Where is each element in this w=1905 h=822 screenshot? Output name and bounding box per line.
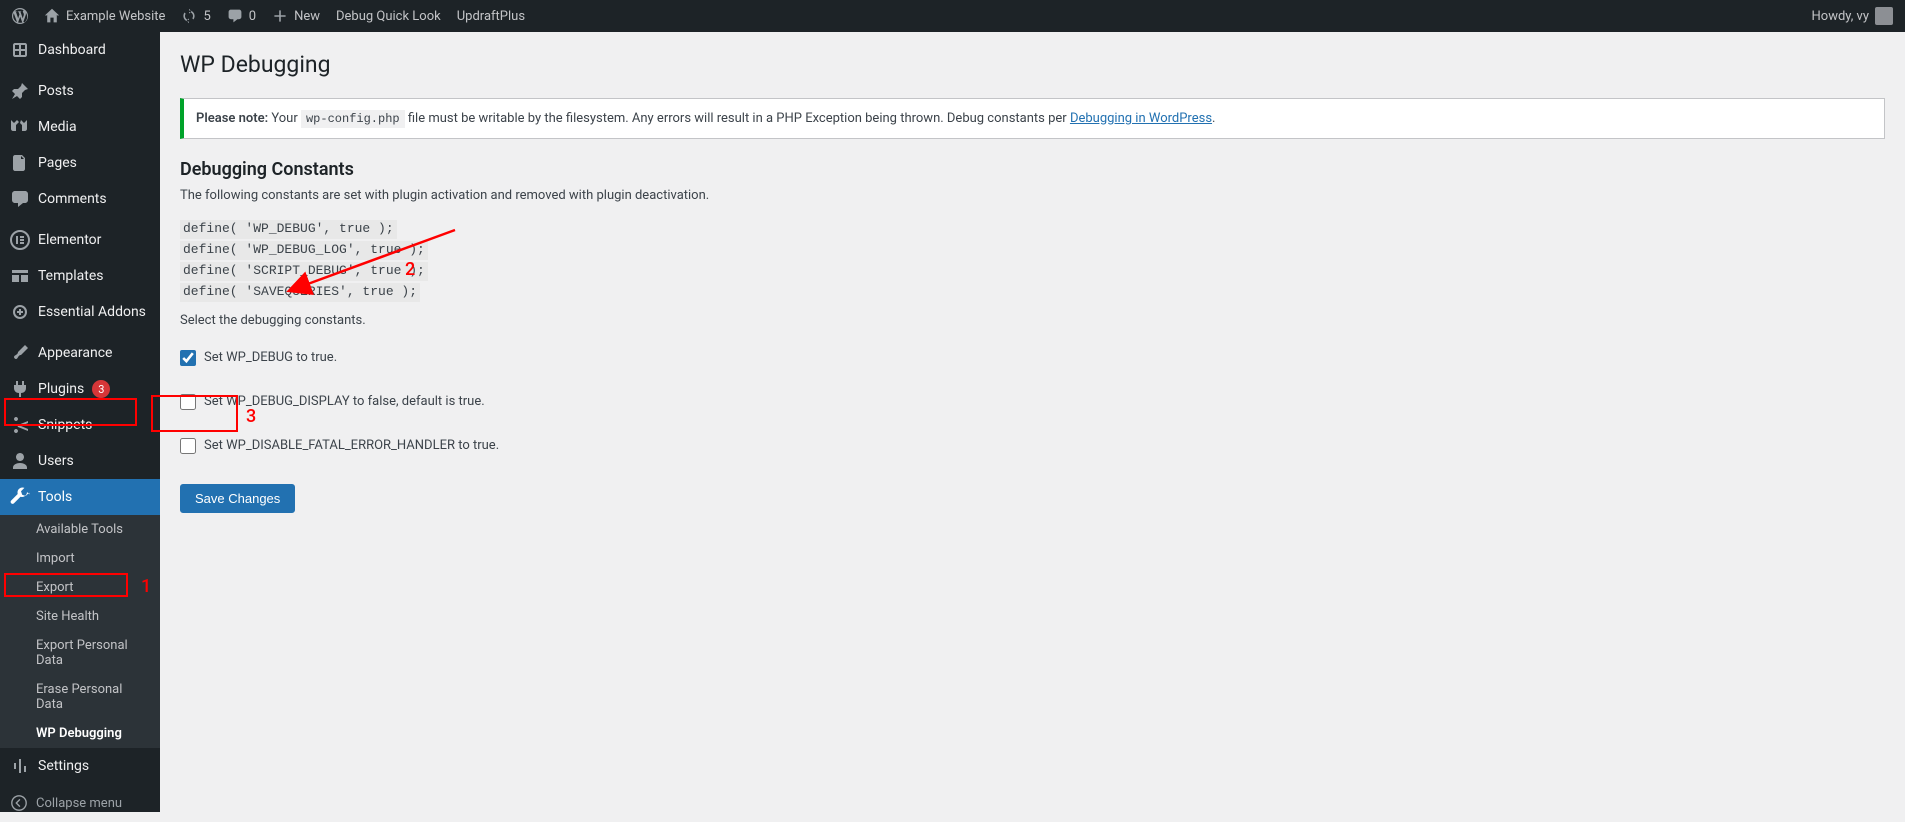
option-disable-fatal-handler[interactable]: Set WP_DISABLE_FATAL_ERROR_HANDLER to tr… bbox=[180, 438, 1885, 454]
debugging-doc-link[interactable]: Debugging in WordPress bbox=[1070, 111, 1212, 126]
greeting-text: Howdy, vy bbox=[1812, 9, 1870, 24]
new-link[interactable]: New bbox=[264, 0, 328, 32]
media-icon bbox=[10, 117, 30, 137]
plugins-update-badge: 3 bbox=[92, 380, 110, 398]
menu-plugins[interactable]: Plugins3 bbox=[0, 371, 160, 407]
option-wp-debug[interactable]: Set WP_DEBUG to true. bbox=[180, 350, 1885, 366]
elementor-icon bbox=[10, 230, 30, 250]
user-icon bbox=[10, 451, 30, 471]
home-icon bbox=[44, 8, 60, 24]
comments-link[interactable]: 0 bbox=[219, 0, 264, 32]
constants-heading: Debugging Constants bbox=[180, 159, 1885, 180]
wordpress-icon bbox=[12, 8, 28, 24]
pages-icon bbox=[10, 153, 30, 173]
notice: Please note: Your wp-config.php file mus… bbox=[180, 98, 1885, 139]
wp-logo[interactable] bbox=[4, 0, 36, 32]
submenu-erase-personal[interactable]: Erase Personal Data bbox=[0, 675, 160, 719]
menu-users[interactable]: Users bbox=[0, 443, 160, 479]
select-desc: Select the debugging constants. bbox=[180, 313, 1885, 328]
constants-code: define( 'WP_DEBUG', true ); define( 'WP_… bbox=[180, 215, 428, 307]
notice-bold: Please note: bbox=[196, 111, 268, 126]
submenu-export[interactable]: Export bbox=[0, 573, 160, 602]
tools-submenu: Available Tools Import Export Site Healt… bbox=[0, 515, 160, 748]
collapse-icon bbox=[10, 794, 28, 812]
comments-icon bbox=[10, 189, 30, 209]
option-wp-debug-display[interactable]: Set WP_DEBUG_DISPLAY to false, default i… bbox=[180, 394, 1885, 410]
submenu-wp-debugging[interactable]: WP Debugging bbox=[0, 719, 160, 748]
dashboard-icon bbox=[10, 40, 30, 60]
site-link[interactable]: Example Website bbox=[36, 0, 173, 32]
refresh-icon bbox=[181, 8, 197, 24]
pin-icon bbox=[10, 81, 30, 101]
plus-icon bbox=[272, 8, 288, 24]
templates-icon bbox=[10, 266, 30, 286]
menu-comments[interactable]: Comments bbox=[0, 181, 160, 217]
updates-link[interactable]: 5 bbox=[173, 0, 218, 32]
content-area: WP Debugging Please note: Your wp-config… bbox=[160, 32, 1905, 812]
menu-media[interactable]: Media bbox=[0, 109, 160, 145]
submenu-site-health[interactable]: Site Health bbox=[0, 602, 160, 631]
admin-sidebar: Dashboard Posts Media Pages Comments Ele… bbox=[0, 32, 160, 812]
menu-appearance[interactable]: Appearance bbox=[0, 335, 160, 371]
debug-quicklook-link[interactable]: Debug Quick Look bbox=[328, 0, 449, 32]
checkbox-wp-debug-display[interactable] bbox=[180, 394, 196, 410]
page-title: WP Debugging bbox=[180, 42, 1885, 82]
new-label: New bbox=[294, 9, 320, 24]
comments-count: 0 bbox=[249, 9, 256, 24]
adminbar: Example Website 5 0 New Debug Quick Look… bbox=[0, 0, 1905, 32]
addons-icon bbox=[10, 302, 30, 322]
menu-settings[interactable]: Settings bbox=[0, 748, 160, 784]
updates-count: 5 bbox=[203, 9, 210, 24]
account-menu[interactable]: Howdy, vy bbox=[1804, 7, 1902, 25]
collapse-menu[interactable]: Collapse menu bbox=[0, 784, 160, 822]
submenu-export-personal[interactable]: Export Personal Data bbox=[0, 631, 160, 675]
menu-snippets[interactable]: Snippets bbox=[0, 407, 160, 443]
comment-icon bbox=[227, 8, 243, 24]
checkbox-disable-fatal-handler[interactable] bbox=[180, 438, 196, 454]
save-button[interactable]: Save Changes bbox=[180, 484, 295, 513]
menu-pages[interactable]: Pages bbox=[0, 145, 160, 181]
settings-icon bbox=[10, 756, 30, 776]
menu-elementor[interactable]: Elementor bbox=[0, 222, 160, 258]
site-name: Example Website bbox=[66, 9, 165, 24]
menu-templates[interactable]: Templates bbox=[0, 258, 160, 294]
menu-dashboard[interactable]: Dashboard bbox=[0, 32, 160, 68]
wrench-icon bbox=[10, 487, 30, 507]
constants-desc: The following constants are set with plu… bbox=[180, 188, 1885, 203]
menu-posts[interactable]: Posts bbox=[0, 73, 160, 109]
menu-tools[interactable]: Tools bbox=[0, 479, 160, 515]
updraft-link[interactable]: UpdraftPlus bbox=[449, 0, 533, 32]
checkbox-wp-debug[interactable] bbox=[180, 350, 196, 366]
submenu-available-tools[interactable]: Available Tools bbox=[0, 515, 160, 544]
submenu-import[interactable]: Import bbox=[0, 544, 160, 573]
brush-icon bbox=[10, 343, 30, 363]
avatar bbox=[1875, 7, 1893, 25]
plugin-icon bbox=[10, 379, 30, 399]
notice-code: wp-config.php bbox=[301, 110, 405, 128]
scissors-icon bbox=[10, 415, 30, 435]
menu-essential-addons[interactable]: Essential Addons bbox=[0, 294, 160, 330]
